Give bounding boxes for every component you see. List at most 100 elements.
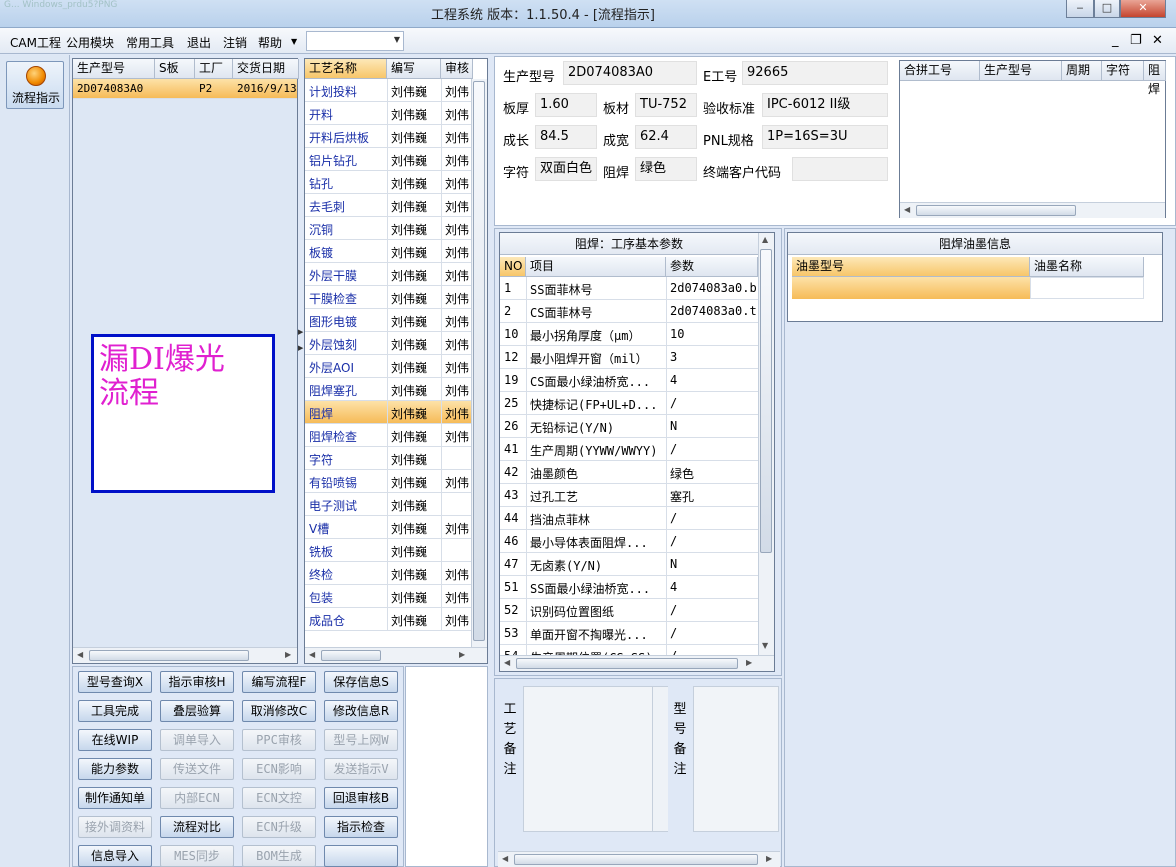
- table-row[interactable]: 54生产周期位置(CS+SS)/: [500, 645, 758, 655]
- remark-vscroll[interactable]: [652, 687, 668, 831]
- col-header[interactable]: S板: [155, 59, 195, 79]
- action-button[interactable]: 保存信息S: [324, 671, 398, 693]
- table-row[interactable]: 字符 刘伟巍: [305, 447, 471, 470]
- close-button[interactable]: ✕: [1120, 0, 1166, 18]
- field-eno[interactable]: 92665: [742, 61, 888, 85]
- action-button[interactable]: 编写流程F: [242, 671, 316, 693]
- splitter-grip[interactable]: ▶ ▶: [298, 328, 303, 352]
- col-header[interactable]: 合拼工号: [900, 61, 980, 81]
- chevron-right-icon[interactable]: ▶: [746, 658, 752, 667]
- table-row[interactable]: 钻孔 刘伟巍 刘伟: [305, 171, 471, 194]
- table-row[interactable]: 43 过孔工艺 塞孔: [500, 484, 758, 507]
- table-row[interactable]: 干膜检查 刘伟巍 刘伟: [305, 286, 471, 309]
- scroll-thumb[interactable]: [760, 249, 772, 553]
- menu-tools[interactable]: 常用工具: [126, 34, 174, 51]
- scroll-thumb[interactable]: [916, 205, 1076, 216]
- table-row[interactable]: 外层蚀刻 刘伟巍 刘伟: [305, 332, 471, 355]
- field-width[interactable]: 62.4: [635, 125, 697, 149]
- menu-cam[interactable]: CAM工程: [10, 34, 61, 51]
- col-header[interactable]: 参数: [666, 257, 758, 277]
- chevron-down-icon[interactable]: ▼: [762, 641, 768, 650]
- table-row[interactable]: 沉铜 刘伟巍 刘伟: [305, 217, 471, 240]
- field-thickness[interactable]: 1.60: [535, 93, 597, 117]
- table-row[interactable]: 53 单面开窗不掏曝光... /: [500, 622, 758, 645]
- action-button[interactable]: 指示审核H: [160, 671, 234, 693]
- table-row[interactable]: 铝片钻孔 刘伟巍 刘伟: [305, 148, 471, 171]
- table-row[interactable]: 终检 刘伟巍 刘伟: [305, 562, 471, 585]
- action-button[interactable]: 取消修改C: [242, 700, 316, 722]
- minimize-button[interactable]: ‒: [1066, 0, 1094, 18]
- field-legend[interactable]: 双面白色: [535, 157, 597, 181]
- table-row[interactable]: 51 SS面最小绿油桥宽... 4: [500, 576, 758, 599]
- table-row[interactable]: 图形电镀 刘伟巍 刘伟: [305, 309, 471, 332]
- action-button[interactable]: 回退审核B: [324, 787, 398, 809]
- table-row[interactable]: 板镀 刘伟巍 刘伟: [305, 240, 471, 263]
- table-row[interactable]: 1 SS面菲林号 2d074083a0.bs: [500, 277, 758, 300]
- action-button[interactable]: 叠层验算: [160, 700, 234, 722]
- chevron-down-icon[interactable]: ▼: [394, 35, 400, 44]
- table-row[interactable]: 25 快捷标记(FP+UL+D... /: [500, 392, 758, 415]
- col-header[interactable]: 工厂: [195, 59, 233, 79]
- chevron-left-icon[interactable]: ◀: [309, 650, 315, 659]
- table-row[interactable]: 去毛刺 刘伟巍 刘伟: [305, 194, 471, 217]
- col-header[interactable]: 字符: [1102, 61, 1144, 81]
- field-pnl[interactable]: 1P=16S=3U: [762, 125, 888, 149]
- table-row[interactable]: 成品仓 刘伟巍 刘伟: [305, 608, 471, 631]
- table-row[interactable]: 44 挡油点菲林 /: [500, 507, 758, 530]
- chevron-left-icon[interactable]: ◀: [504, 658, 510, 667]
- col-header[interactable]: 生产型号: [73, 59, 155, 79]
- process-hscroll[interactable]: ◀ ▶: [305, 647, 487, 663]
- scroll-thumb[interactable]: [516, 658, 738, 669]
- chevron-left-icon[interactable]: ◀: [77, 650, 83, 659]
- mdi-close[interactable]: ✕: [1152, 33, 1163, 48]
- chevron-up-icon[interactable]: ▲: [762, 235, 768, 244]
- table-row[interactable]: 41 生产周期(YYWW/WWYY) /: [500, 438, 758, 461]
- table-row[interactable]: 52 识别码位置图纸 /: [500, 599, 758, 622]
- process-vscroll[interactable]: [471, 79, 487, 647]
- table-row[interactable]: 开料后烘板 刘伟巍 刘伟: [305, 125, 471, 148]
- field-customer[interactable]: [792, 157, 888, 181]
- process-remark-field[interactable]: [523, 686, 668, 832]
- menu-logout[interactable]: 注销: [223, 34, 247, 51]
- flow-button[interactable]: 流程指示: [6, 61, 64, 109]
- field-material[interactable]: TU-752: [635, 93, 697, 117]
- ink-selected-row[interactable]: [792, 277, 1030, 299]
- table-row[interactable]: 计划投料 刘伟巍 刘伟: [305, 79, 471, 102]
- toolbar-combo[interactable]: ▼: [306, 31, 404, 51]
- table-row[interactable]: 42 油墨颜色 绿色: [500, 461, 758, 484]
- table-row[interactable]: 2 CS面菲林号 2d074083a0.ts: [500, 300, 758, 323]
- remarks-hscroll[interactable]: ◀ ▶: [498, 851, 780, 867]
- action-button[interactable]: [324, 845, 398, 867]
- field-model[interactable]: 2D074083A0: [563, 61, 697, 85]
- field-mask[interactable]: 绿色: [635, 157, 697, 181]
- mdi-minimize[interactable]: _: [1112, 33, 1119, 48]
- chevron-down-icon[interactable]: ▼: [291, 37, 297, 46]
- menu-exit[interactable]: 退出: [187, 34, 211, 51]
- table-row[interactable]: 2D074083A0 P2 2016/9/13: [73, 79, 297, 99]
- mdi-restore[interactable]: ❐: [1130, 33, 1142, 48]
- table-row[interactable]: 26 无铅标记(Y/N) N: [500, 415, 758, 438]
- table-row[interactable]: V槽 刘伟巍 刘伟: [305, 516, 471, 539]
- action-button[interactable]: 工具完成: [78, 700, 152, 722]
- col-header[interactable]: 交货日期: [233, 59, 299, 79]
- table-row[interactable]: 开料 刘伟巍 刘伟: [305, 102, 471, 125]
- action-button[interactable]: 在线WIP: [78, 729, 152, 751]
- table-row[interactable]: 铣板 刘伟巍: [305, 539, 471, 562]
- table-row[interactable]: 阻焊 刘伟巍 刘伟: [305, 401, 471, 424]
- table-row[interactable]: 19 CS面最小绿油桥宽... 4: [500, 369, 758, 392]
- table-row[interactable]: 电子测试 刘伟巍: [305, 493, 471, 516]
- scroll-thumb[interactable]: [514, 854, 758, 865]
- col-header[interactable]: 审核: [441, 59, 473, 79]
- chevron-right-icon[interactable]: ▶: [459, 650, 465, 659]
- action-button[interactable]: 信息导入: [78, 845, 152, 867]
- table-row[interactable]: 47 无卤素(Y/N) N: [500, 553, 758, 576]
- table-row[interactable]: 有铅喷锡 刘伟巍 刘伟: [305, 470, 471, 493]
- models-hscroll[interactable]: ◀ ▶: [73, 647, 297, 663]
- col-header[interactable]: NO: [500, 257, 526, 277]
- table-row[interactable]: 46 最小导体表面阻焊... /: [500, 530, 758, 553]
- params-vscroll[interactable]: ▲ ▼: [758, 233, 774, 655]
- maximize-button[interactable]: □: [1094, 0, 1120, 18]
- col-header[interactable]: 周期: [1062, 61, 1102, 81]
- col-header[interactable]: 项目: [526, 257, 666, 277]
- chevron-left-icon[interactable]: ◀: [904, 205, 910, 214]
